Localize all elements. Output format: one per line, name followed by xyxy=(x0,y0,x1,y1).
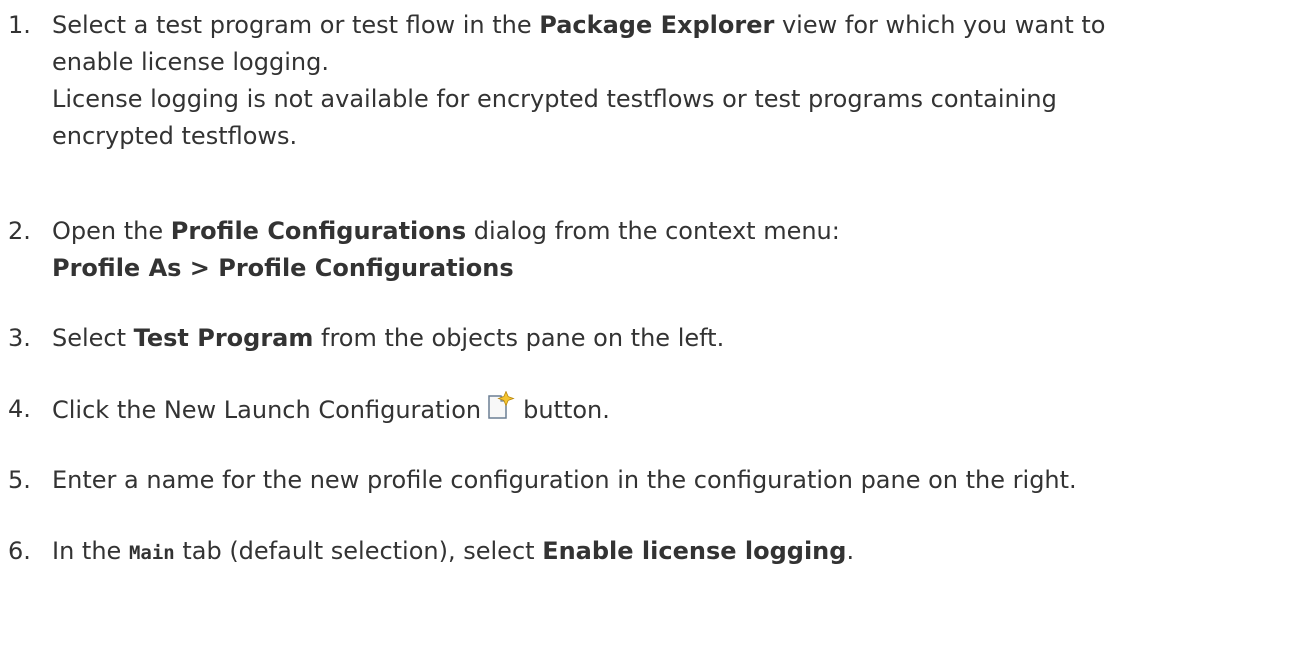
step-content: Select a test program or test flow in th… xyxy=(52,7,1287,155)
step-content: In the Main tab (default selection), sel… xyxy=(52,533,1287,570)
step-number: 3. xyxy=(8,324,31,352)
step-note-line: License logging is not available for enc… xyxy=(52,85,1057,113)
step-text-line: Select a test program or test flow in th… xyxy=(52,11,1106,39)
step-content: Select Test Program from the objects pan… xyxy=(52,320,1287,357)
step-number: 2. xyxy=(8,217,31,245)
step-number: 4. xyxy=(8,395,31,423)
step-content: Click the New Launch Configuration butto… xyxy=(52,391,1287,428)
tab-name-main: Main xyxy=(128,542,175,564)
step-text-line: Open the Profile Configurations dialog f… xyxy=(52,217,840,245)
step-text-line: Enter a name for the new profile configu… xyxy=(52,466,1077,494)
menu-path: Profile As > Profile Configurations xyxy=(52,254,514,282)
ui-reference-package-explorer: Package Explorer xyxy=(539,11,775,39)
step-content: Enter a name for the new profile configu… xyxy=(52,462,1287,499)
step-number: 1. xyxy=(8,11,31,39)
ui-reference-profile-configurations: Profile Configurations xyxy=(170,217,467,245)
menu-path-line: Profile As > Profile Configurations xyxy=(52,250,1287,287)
step-number: 5. xyxy=(8,466,31,494)
step-text-line: In the Main tab (default selection), sel… xyxy=(52,537,855,565)
step-note-line: encrypted testflows. xyxy=(52,122,298,150)
step-text-line: Select Test Program from the objects pan… xyxy=(52,324,725,352)
step-text-line: enable license logging. xyxy=(52,48,329,76)
step-content: Open the Profile Configurations dialog f… xyxy=(52,213,1287,287)
ui-reference-test-program: Test Program xyxy=(133,324,314,352)
ui-reference-enable-license-logging: Enable license logging xyxy=(542,537,847,565)
new-launch-configuration-icon xyxy=(485,391,515,421)
step-number: 6. xyxy=(8,537,31,565)
step-text-line: Click the New Launch Configuration butto… xyxy=(52,391,1287,428)
